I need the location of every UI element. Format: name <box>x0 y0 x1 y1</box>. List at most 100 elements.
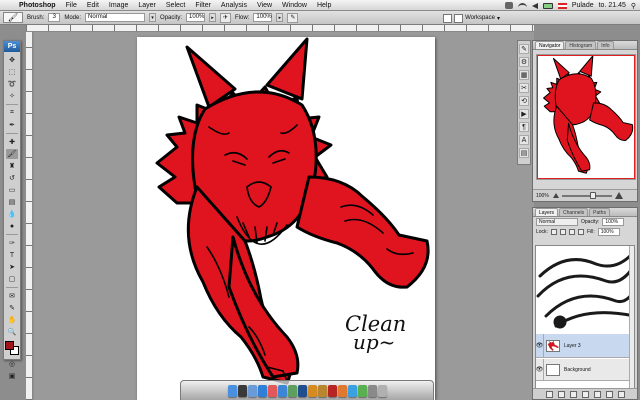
iphoto-icon[interactable] <box>287 384 297 397</box>
finder-icon[interactable] <box>227 384 237 397</box>
brush-icon[interactable]: 🖌 <box>6 149 18 159</box>
airbrush-toggle-icon[interactable]: ✈ <box>220 12 232 23</box>
zoom-slider[interactable] <box>562 191 612 199</box>
bridge-dock-icon[interactable] <box>317 384 327 397</box>
move-icon[interactable]: ✥ <box>6 55 18 65</box>
tab-channels[interactable]: Channels <box>559 208 589 216</box>
menu-select[interactable]: Select <box>161 0 190 11</box>
eraser-icon[interactable]: ▭ <box>6 185 18 195</box>
wifi-icon[interactable] <box>517 3 527 8</box>
adobe-updater-icon[interactable] <box>504 2 513 9</box>
new-layer-icon[interactable] <box>605 390 613 398</box>
zoom-value[interactable]: 100% <box>536 193 550 199</box>
history-panel-icon[interactable]: ⟲ <box>519 96 529 106</box>
navigator-thumbnail[interactable] <box>536 54 636 180</box>
input-flag-icon[interactable] <box>557 2 567 9</box>
menu-filter[interactable]: Filter <box>190 0 216 11</box>
vertical-ruler[interactable] <box>26 32 33 400</box>
layer-name[interactable]: Background <box>564 367 591 373</box>
tab-layers[interactable]: Layers <box>535 208 559 216</box>
volume-icon[interactable] <box>531 2 538 9</box>
tab-navigator[interactable]: Navigator <box>535 41 565 49</box>
opacity-field[interactable]: 100% <box>186 13 206 22</box>
dodge-icon[interactable]: ● <box>6 221 18 231</box>
flow-field[interactable]: 100% <box>253 13 273 22</box>
clone-source-icon[interactable]: ✂ <box>519 83 529 93</box>
safari-icon[interactable] <box>257 384 267 397</box>
bridge-icon[interactable] <box>443 13 453 23</box>
opacity-slider-icon[interactable]: ▸ <box>209 13 217 22</box>
gradient-icon[interactable]: ▤ <box>6 197 18 207</box>
mode-dropdown-icon[interactable]: ▾ <box>149 13 157 22</box>
illustrator-icon[interactable] <box>307 384 317 397</box>
menu-clock[interactable]: to. 21.45 <box>599 2 626 9</box>
flash-icon[interactable] <box>327 384 337 397</box>
menu-layer[interactable]: Layer <box>133 0 161 11</box>
itunes-icon[interactable] <box>277 384 287 397</box>
zoom-in-icon[interactable] <box>615 192 623 199</box>
pen-icon[interactable]: ✑ <box>6 238 18 248</box>
clone-stamp-icon[interactable]: ♜ <box>6 161 18 171</box>
battery-icon[interactable] <box>542 2 553 9</box>
ical-icon[interactable] <box>267 384 277 397</box>
quick-mask-icon[interactable]: ◎ <box>6 359 18 369</box>
hand-icon[interactable]: ✋ <box>6 315 18 325</box>
firefox-icon[interactable] <box>337 384 347 397</box>
menu-edit[interactable]: Edit <box>82 0 104 11</box>
layers-scrollbar[interactable] <box>629 246 634 388</box>
layer-name[interactable]: Layer 3 <box>564 343 581 349</box>
shape-icon[interactable]: ▢ <box>6 274 18 284</box>
system-prefs-icon[interactable] <box>367 384 377 397</box>
fill-field[interactable]: 100% <box>597 228 620 236</box>
layer-row[interactable]: 👁 Background <box>536 359 634 381</box>
mail-icon[interactable] <box>247 384 257 397</box>
menu-file[interactable]: File <box>61 0 82 11</box>
eyedropper-icon[interactable]: ✒ <box>6 120 18 130</box>
flow-slider-icon[interactable]: ▸ <box>276 13 284 22</box>
adjustment-layer-icon[interactable] <box>581 390 589 398</box>
trash-icon[interactable] <box>377 384 387 397</box>
menu-window[interactable]: Window <box>277 0 312 11</box>
brushes-panel-icon[interactable]: ✎ <box>519 44 529 54</box>
healing-icon[interactable]: ✚ <box>6 137 18 147</box>
notes-icon[interactable]: ✉ <box>6 291 18 301</box>
actions-panel-icon[interactable]: ▶ <box>519 109 529 119</box>
msn-icon[interactable] <box>357 384 367 397</box>
zoom-out-icon[interactable] <box>553 193 559 198</box>
chevron-down-icon[interactable]: ▾ <box>497 15 500 22</box>
lock-all-icon[interactable] <box>577 229 584 235</box>
tab-info[interactable]: Info <box>597 41 614 49</box>
magic-wand-icon[interactable]: ✧ <box>6 91 18 101</box>
marquee-icon[interactable]: ⬚ <box>6 67 18 77</box>
workspace-menu[interactable]: Workspace <box>465 15 495 21</box>
menu-image[interactable]: Image <box>104 0 133 11</box>
canvas-area[interactable]: Clean up~ <box>34 32 534 400</box>
tool-preset-picker[interactable]: 🖌 <box>3 12 23 23</box>
user-name[interactable]: Pulade <box>572 2 594 9</box>
horizontal-ruler[interactable] <box>26 25 534 32</box>
tab-paths[interactable]: Paths <box>589 208 610 216</box>
menu-app[interactable]: Photoshop <box>14 0 61 11</box>
zoom-slider-knob[interactable] <box>590 191 596 199</box>
blur-icon[interactable]: 💧 <box>6 209 18 219</box>
visibility-eye-icon[interactable]: 👁 <box>536 359 544 380</box>
foreground-color-swatch[interactable] <box>5 341 14 350</box>
path-select-icon[interactable]: ➤ <box>6 262 18 272</box>
notes-panel-icon[interactable]: ▤ <box>519 148 529 158</box>
crop-icon[interactable]: ⌗ <box>6 108 18 118</box>
lock-position-icon[interactable] <box>568 229 575 235</box>
menu-help[interactable]: Help <box>312 0 336 11</box>
paragraph-panel-icon[interactable]: ¶ <box>519 122 529 132</box>
brush-size-picker[interactable]: 3 <box>48 13 61 22</box>
navigator-view-box[interactable] <box>537 55 635 179</box>
history-brush-icon[interactable]: ↺ <box>6 173 18 183</box>
layer-row[interactable]: 👁 Layer 3 <box>536 334 634 358</box>
tab-histogram[interactable]: Histogram <box>565 41 597 49</box>
lock-transparency-icon[interactable] <box>550 229 557 235</box>
lasso-icon[interactable]: ➰ <box>6 79 18 89</box>
visibility-eye-icon[interactable]: 👁 <box>536 334 544 357</box>
tool-presets-icon[interactable]: ⚙ <box>519 57 529 67</box>
airbrush-icon[interactable]: ✎ <box>287 12 299 23</box>
layer-style-icon[interactable] <box>557 390 565 398</box>
menu-analysis[interactable]: Analysis <box>216 0 252 11</box>
